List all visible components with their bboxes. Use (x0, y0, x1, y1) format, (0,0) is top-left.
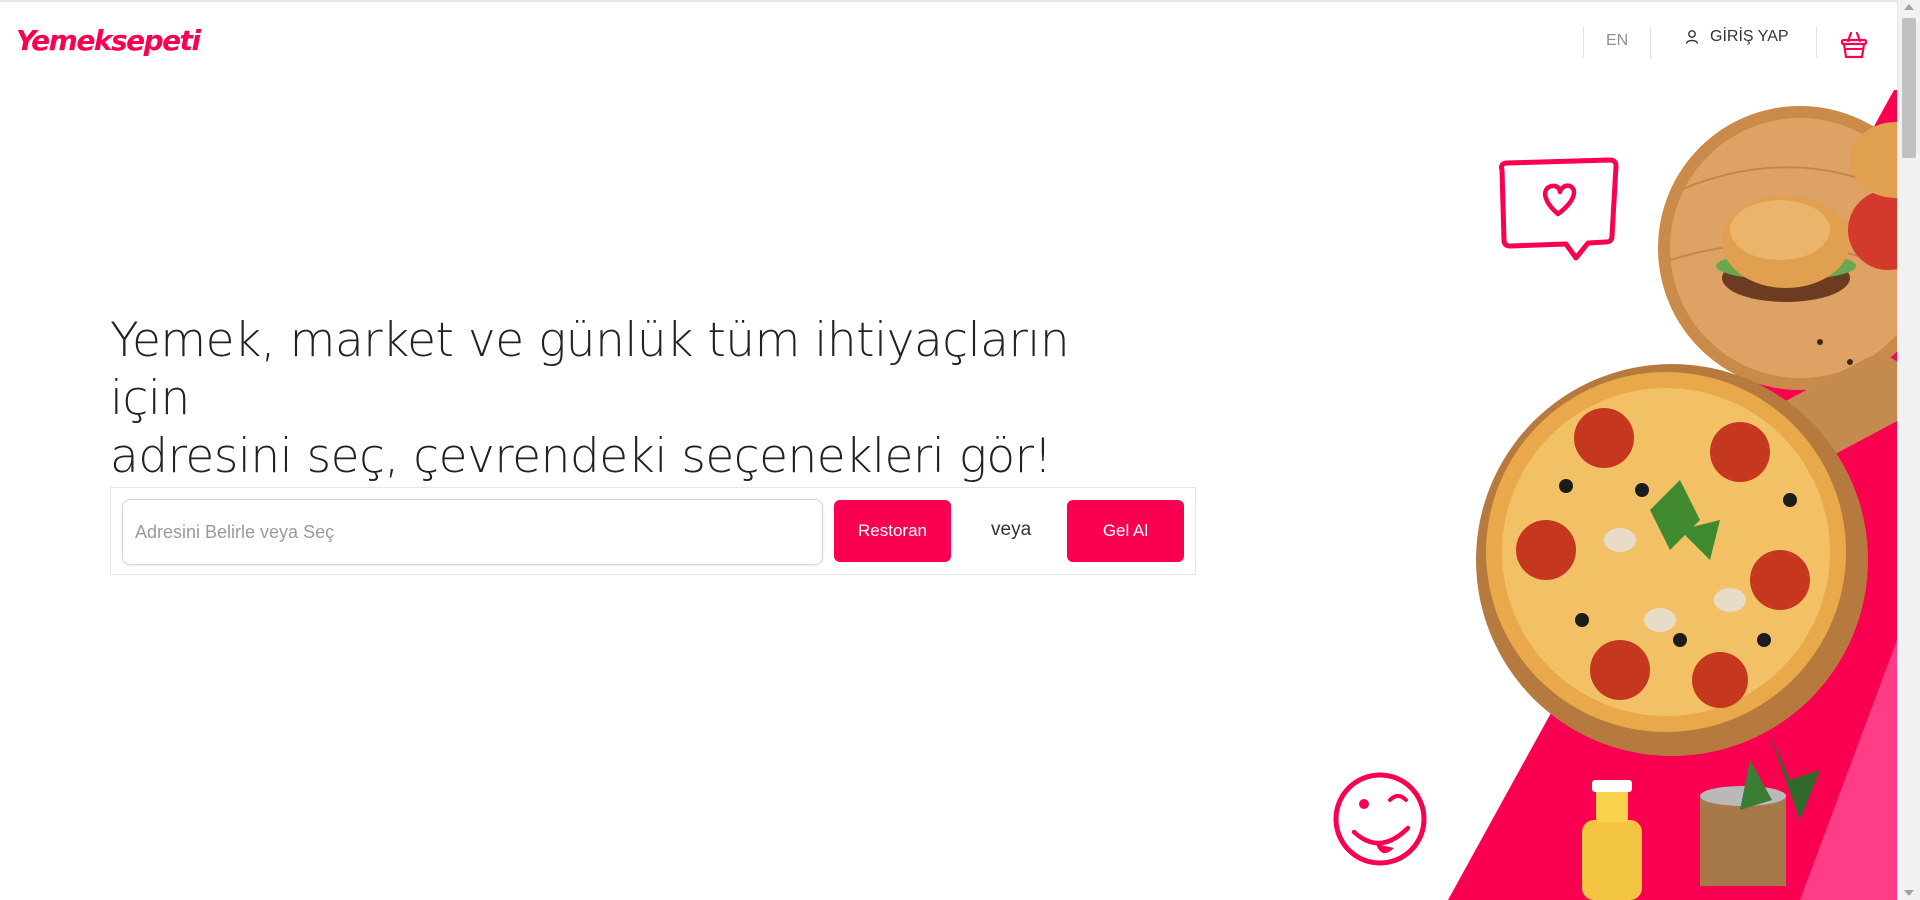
scroll-thumb[interactable] (1902, 18, 1916, 158)
pickup-button[interactable]: Gel Al (1067, 500, 1184, 562)
header-divider (1583, 26, 1584, 58)
burger-board-image (1658, 106, 1897, 390)
or-text: veya (991, 519, 1032, 540)
header: Yemeksepeti EN GİRİŞ YAP (0, 2, 1897, 80)
logo[interactable]: Yemeksepeti (16, 24, 201, 57)
hero-headline: Yemek, market ve günlük tüm ihtiyaçların… (110, 312, 1070, 486)
user-icon (1685, 30, 1699, 44)
login-button[interactable]: GİRİŞ YAP (1684, 28, 1789, 46)
headline-line-2: adresini seç, çevrendeki seçenekleri gör… (110, 429, 1052, 484)
smiley-tongue-icon (1333, 772, 1427, 866)
hero-illustration (1333, 90, 1897, 900)
basket-icon[interactable] (1840, 30, 1868, 60)
address-input[interactable]: Adresini Belirle veya Seç (122, 499, 823, 565)
scroll-up-arrow-icon[interactable] (1904, 4, 1914, 10)
scroll-down-arrow-icon[interactable] (1904, 890, 1914, 896)
language-switch[interactable]: EN (1606, 32, 1628, 50)
header-divider (1816, 26, 1817, 58)
address-search-box: Adresini Belirle veya Seç Restoran veya … (110, 487, 1196, 575)
restaurant-button[interactable]: Restoran (834, 500, 951, 562)
header-divider (1650, 26, 1651, 58)
heart-speech-icon (1499, 157, 1619, 261)
page-scrollbar[interactable] (1897, 0, 1920, 900)
headline-line-1: Yemek, market ve günlük tüm ihtiyaçların… (110, 313, 1070, 426)
login-label: GİRİŞ YAP (1710, 28, 1789, 45)
